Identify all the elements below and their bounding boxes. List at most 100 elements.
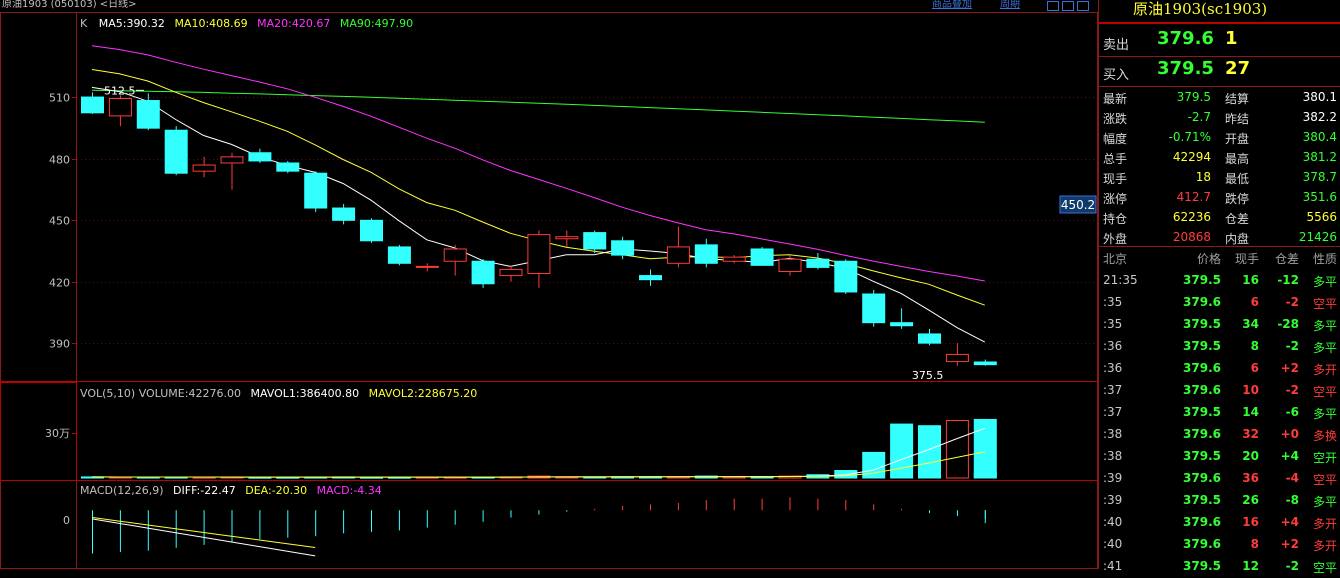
overlay-commodity-link[interactable]: 商品叠加 bbox=[932, 0, 972, 11]
ma90-legend: MA90:497.90 bbox=[340, 17, 413, 30]
candle-body bbox=[806, 258, 830, 268]
candle bbox=[555, 230, 579, 247]
tick-volume: 36 bbox=[1242, 471, 1259, 485]
tick-row[interactable]: :37 379.5 14 -6 多平 bbox=[1099, 402, 1340, 424]
tick-row[interactable]: :40 379.6 16 +4 多开 bbox=[1099, 512, 1340, 534]
mavol1-polyline bbox=[91, 427, 985, 478]
tick-volume: 34 bbox=[1242, 317, 1259, 331]
tick-change: -12 bbox=[1277, 273, 1299, 287]
tick-price: 379.5 bbox=[1183, 405, 1221, 419]
tick-volume: 16 bbox=[1242, 515, 1259, 529]
tick-price: 379.6 bbox=[1183, 361, 1221, 375]
tick-change: +2 bbox=[1280, 361, 1299, 375]
candle-body bbox=[527, 234, 551, 275]
tick-row[interactable]: :40 379.6 8 +2 多开 bbox=[1099, 534, 1340, 556]
bid-label: 买入 bbox=[1103, 68, 1130, 83]
stat-row: 幅度 -0.71% 开盘 380.4 bbox=[1099, 128, 1340, 148]
candle bbox=[694, 238, 718, 268]
candle bbox=[639, 269, 662, 286]
ma5-polyline bbox=[91, 86, 986, 343]
candle-body bbox=[973, 361, 997, 366]
volume-bar bbox=[973, 418, 997, 479]
candle-body bbox=[136, 100, 160, 129]
candle-body bbox=[639, 275, 662, 281]
tick-row[interactable]: 21:35 379.5 16 -12 多平 bbox=[1099, 270, 1340, 292]
ticks-header: 北京 价格 现手 仓差 性质 bbox=[1099, 248, 1340, 268]
quote-panel: 原油1903(sc1903) 卖出 379.6 1 买入 379.5 27 最新… bbox=[1098, 0, 1340, 575]
stat-value: -0.71% bbox=[1168, 130, 1211, 144]
stat-label: 外盘 bbox=[1103, 232, 1128, 246]
macd-legend: MACD(12,26,9) DIFF:-22.47 DEA:-20.30 MAC… bbox=[80, 484, 382, 497]
ask-label: 卖出 bbox=[1103, 38, 1130, 53]
period-link[interactable]: 周期 bbox=[1000, 0, 1020, 11]
candle-body bbox=[945, 353, 969, 363]
candle-body bbox=[862, 293, 886, 324]
kline-annotations: 512.5 375.5 bbox=[104, 84, 943, 381]
tick-row[interactable]: :35 379.6 6 -2 空平 bbox=[1099, 292, 1340, 314]
stat-row: 持仓 62236 仓差 5566 bbox=[1099, 208, 1340, 228]
tick-row[interactable]: :41 379.5 12 -2 空平 bbox=[1099, 556, 1340, 578]
tick-row[interactable]: :38 379.5 20 +4 空开 bbox=[1099, 446, 1340, 468]
kline-legend: K MA5:390.32 MA10:408.69 MA20:420.67 MA9… bbox=[80, 17, 413, 30]
stat-row: 现手 18 最低 378.7 bbox=[1099, 168, 1340, 188]
macd-bars bbox=[92, 497, 986, 554]
candle bbox=[248, 148, 272, 163]
tick-row[interactable]: :37 379.6 10 -2 空平 bbox=[1099, 380, 1340, 402]
tick-time: :36 bbox=[1103, 361, 1123, 375]
contract-title: 原油1903(sc1903) bbox=[1099, 0, 1340, 24]
stat-label: 最低 bbox=[1225, 172, 1250, 186]
tick-time: :38 bbox=[1103, 449, 1123, 463]
tick-row[interactable]: :39 379.5 26 -8 多平 bbox=[1099, 490, 1340, 512]
bid-price: 379.5 bbox=[1157, 58, 1214, 79]
tick-price: 379.6 bbox=[1183, 537, 1221, 551]
tick-row[interactable]: :35 379.5 34 -28 多平 bbox=[1099, 314, 1340, 336]
tick-price: 379.5 bbox=[1183, 339, 1221, 353]
tick-nature: 空开 bbox=[1312, 451, 1337, 465]
tick-row[interactable]: :36 379.6 6 +2 多开 bbox=[1099, 358, 1340, 380]
tick-price: 379.6 bbox=[1183, 383, 1221, 397]
y-tick-label: 510 bbox=[49, 92, 70, 105]
tick-volume: 16 bbox=[1242, 273, 1259, 287]
candle bbox=[108, 95, 132, 127]
volume-bar bbox=[973, 471, 997, 479]
candle bbox=[276, 160, 300, 174]
scroll-left-icon[interactable] bbox=[1047, 1, 1059, 11]
stat-label: 内盘 bbox=[1225, 232, 1250, 246]
tick-row[interactable]: :39 379.6 36 -4 空平 bbox=[1099, 468, 1340, 490]
y-tick-label: 390 bbox=[49, 338, 70, 351]
kline-chart[interactable]: 510 480 450 420 390 512.5 375.5 450.2 K MA5:3… bbox=[0, 12, 1098, 569]
tick-volume: 26 bbox=[1242, 493, 1259, 507]
tick-nature: 空平 bbox=[1312, 473, 1337, 487]
tick-row[interactable]: :38 379.6 32 +0 多换 bbox=[1099, 424, 1340, 446]
candle bbox=[332, 203, 356, 225]
candle bbox=[806, 253, 830, 270]
zoom-icon[interactable] bbox=[1077, 1, 1089, 11]
window-title: 原油1903 (050103) <日线> bbox=[2, 0, 137, 10]
volume-bar bbox=[834, 470, 858, 479]
kline-label: K bbox=[80, 17, 88, 30]
volume-bar bbox=[945, 420, 969, 479]
candle-body bbox=[304, 172, 328, 209]
tick-change: +4 bbox=[1280, 449, 1299, 463]
tick-nature: 空平 bbox=[1312, 297, 1337, 311]
tick-time: :41 bbox=[1103, 559, 1123, 573]
diff-legend: DIFF:-22.47 bbox=[173, 484, 236, 497]
stat-row: 涨停 412.7 跌停 351.6 bbox=[1099, 188, 1340, 208]
stat-value: 18 bbox=[1195, 170, 1211, 184]
ma5-legend: MA5:390.32 bbox=[99, 17, 165, 30]
stat-row: 总手 42294 最高 381.2 bbox=[1099, 148, 1340, 168]
candle-body bbox=[276, 162, 300, 172]
candle-body bbox=[248, 152, 272, 162]
stat-value: 378.7 bbox=[1302, 170, 1337, 184]
candle-body bbox=[722, 256, 746, 262]
candle-body bbox=[332, 207, 356, 221]
tick-nature: 多开 bbox=[1312, 539, 1337, 553]
scroll-right-icon[interactable] bbox=[1062, 1, 1074, 11]
tick-time: :35 bbox=[1103, 295, 1123, 309]
candle-body bbox=[164, 129, 188, 174]
bid-volume: 27 bbox=[1225, 58, 1251, 79]
tick-row[interactable]: :36 379.5 8 -2 多平 bbox=[1099, 336, 1340, 358]
dea-legend: DEA:-20.30 bbox=[245, 484, 307, 497]
low-label: 375.5 bbox=[912, 369, 944, 382]
kline-grid bbox=[72, 97, 1097, 344]
